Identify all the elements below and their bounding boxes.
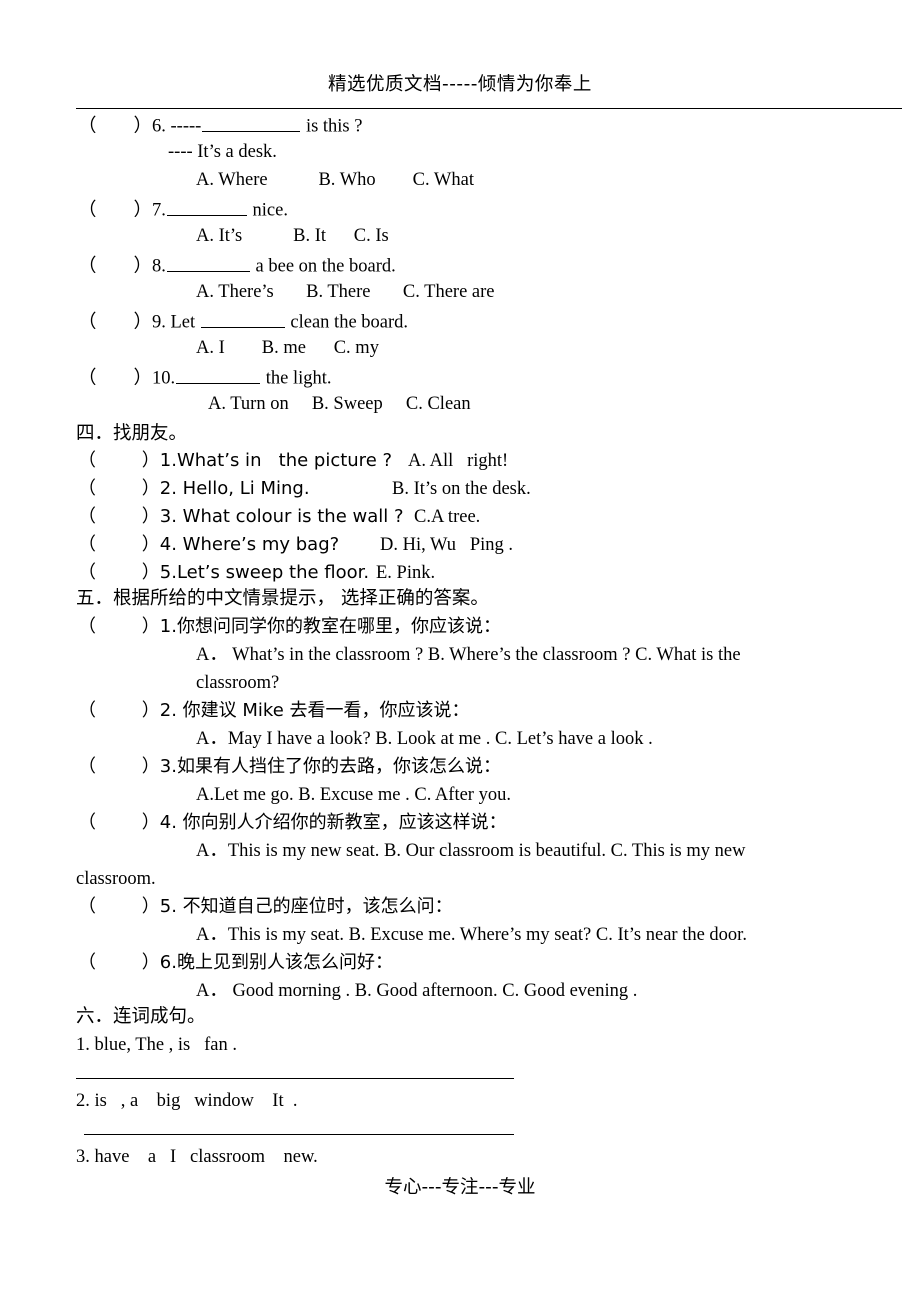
section-five-item-4-options-line-1[interactable]: A．This is my new seat. B. Our classroom … bbox=[196, 840, 745, 862]
section-four-item-2-prompt[interactable]: （ ）2. Hello, Li Ming. bbox=[78, 478, 310, 500]
section-four-item-1-prompt[interactable]: （ ）1.What’s in the picture ? bbox=[78, 450, 392, 472]
section-five-item-1-options-line-2[interactable]: classroom? bbox=[196, 672, 279, 694]
question-10-tail: the light. bbox=[261, 368, 332, 389]
question-7-marker: （ ）7. bbox=[78, 200, 166, 221]
question-8-blank[interactable] bbox=[166, 253, 250, 272]
section-four-item-2-match[interactable]: B. It’s on the desk. bbox=[392, 478, 531, 500]
section-five-item-5-prompt[interactable]: （ ）5. 不知道自己的座位时，该怎么问： bbox=[78, 896, 453, 918]
question-8-options[interactable]: A. There’s B. There C. There are bbox=[196, 281, 494, 303]
question-8-marker: （ ）8. bbox=[78, 256, 166, 277]
section-six-item-2-answer-line[interactable] bbox=[84, 1134, 514, 1135]
section-four-title: 四．找朋友。 bbox=[76, 423, 188, 444]
section-five-item-1-options-line-1[interactable]: A． What’s in the classroom ? B. Where’s … bbox=[196, 644, 741, 666]
question-10-blank[interactable] bbox=[176, 365, 261, 384]
section-five-item-4-options-line-2[interactable]: classroom. bbox=[76, 868, 156, 890]
question-9-stem: （ ）9. Let clean the board. bbox=[78, 309, 408, 334]
question-8-tail: a bee on the board. bbox=[250, 256, 396, 277]
section-six-item-3-prompt: 3. have a I classroom new. bbox=[76, 1147, 318, 1167]
question-6-options[interactable]: A. Where B. Who C. What bbox=[196, 169, 474, 191]
question-9-options[interactable]: A. I B. me C. my bbox=[196, 337, 379, 359]
question-6-blank[interactable] bbox=[202, 113, 301, 132]
section-four-item-5-match[interactable]: E. Pink. bbox=[376, 562, 435, 584]
question-6-stem: （ ）6. ----- is this ? bbox=[78, 113, 362, 138]
question-9-marker: （ ）9. Let bbox=[78, 312, 200, 333]
section-four-item-3-prompt[interactable]: （ ）3. What colour is the wall ? bbox=[78, 506, 404, 528]
section-five-title: 五．根据所给的中文情景提示， 选择正确的答案。 bbox=[76, 588, 489, 609]
question-7-blank[interactable] bbox=[166, 197, 247, 216]
page-header-title: 精选优质文档-----倾情为你奉上 bbox=[328, 74, 592, 95]
section-four-item-4-prompt[interactable]: （ ）4. Where’s my bag? bbox=[78, 534, 339, 556]
question-7-tail: nice. bbox=[247, 200, 288, 221]
section-five-item-3-options[interactable]: A.Let me go. B. Excuse me . C. After you… bbox=[196, 784, 511, 806]
question-10-marker: （ ）10. bbox=[78, 368, 176, 389]
section-six-item-1-answer-line[interactable] bbox=[76, 1078, 514, 1079]
section-four-item-4-match[interactable]: D. Hi, Wu Ping . bbox=[380, 534, 513, 556]
section-six-title: 六．连词成句。 bbox=[76, 1006, 206, 1027]
section-four-item-5-prompt[interactable]: （ ）5.Let’s sweep the floor. bbox=[78, 562, 369, 584]
question-8-stem: （ ）8. a bee on the board. bbox=[78, 253, 396, 278]
section-five-item-3-prompt[interactable]: （ ）3.如果有人挡住了你的去路，你该怎么说： bbox=[78, 756, 501, 778]
question-10-options[interactable]: A. Turn on B. Sweep C. Clean bbox=[208, 393, 471, 415]
section-four-item-1-match[interactable]: A. All right! bbox=[408, 450, 508, 472]
section-six-item-2-prompt: 2. is , a big window It . bbox=[76, 1091, 298, 1111]
question-7-options[interactable]: A. It’s B. It C. Is bbox=[196, 225, 389, 247]
header-divider bbox=[76, 108, 902, 109]
section-five-item-6-options[interactable]: A． Good morning . B. Good afternoon. C. … bbox=[196, 980, 637, 1002]
worksheet-page: 精选优质文档-----倾情为你奉上 （ ）6. ----- is this ? … bbox=[0, 0, 920, 1300]
question-10-stem: （ ）10. the light. bbox=[78, 365, 332, 390]
section-five-item-2-prompt[interactable]: （ ）2. 你建议 Mike 去看一看，你应该说： bbox=[78, 700, 470, 722]
section-five-item-2-options[interactable]: A．May I have a look? B. Look at me . C. … bbox=[196, 728, 653, 750]
question-6-tail: is this ? bbox=[301, 116, 363, 137]
section-six-item-1-prompt: 1. blue, The , is fan . bbox=[76, 1035, 237, 1055]
question-9-tail: clean the board. bbox=[285, 312, 409, 333]
question-6-marker: （ ）6. ----- bbox=[78, 116, 202, 137]
question-7-stem: （ ）7. nice. bbox=[78, 197, 288, 222]
page-footer-slogan: 专心---专注---专业 bbox=[384, 1177, 536, 1198]
section-five-item-6-prompt[interactable]: （ ）6.晚上见到别人该怎么问好： bbox=[78, 952, 393, 974]
section-five-item-5-options[interactable]: A．This is my seat. B. Excuse me. Where’s… bbox=[196, 924, 747, 946]
question-6-answer-line: ---- It’s a desk. bbox=[168, 142, 277, 162]
section-five-item-4-prompt[interactable]: （ ）4. 你向别人介绍你的新教室，应该这样说： bbox=[78, 812, 507, 834]
section-five-item-1-prompt[interactable]: （ ）1.你想问同学你的教室在哪里，你应该说： bbox=[78, 616, 501, 638]
question-9-blank[interactable] bbox=[200, 309, 285, 328]
section-four-item-3-match[interactable]: C.A tree. bbox=[414, 506, 480, 528]
